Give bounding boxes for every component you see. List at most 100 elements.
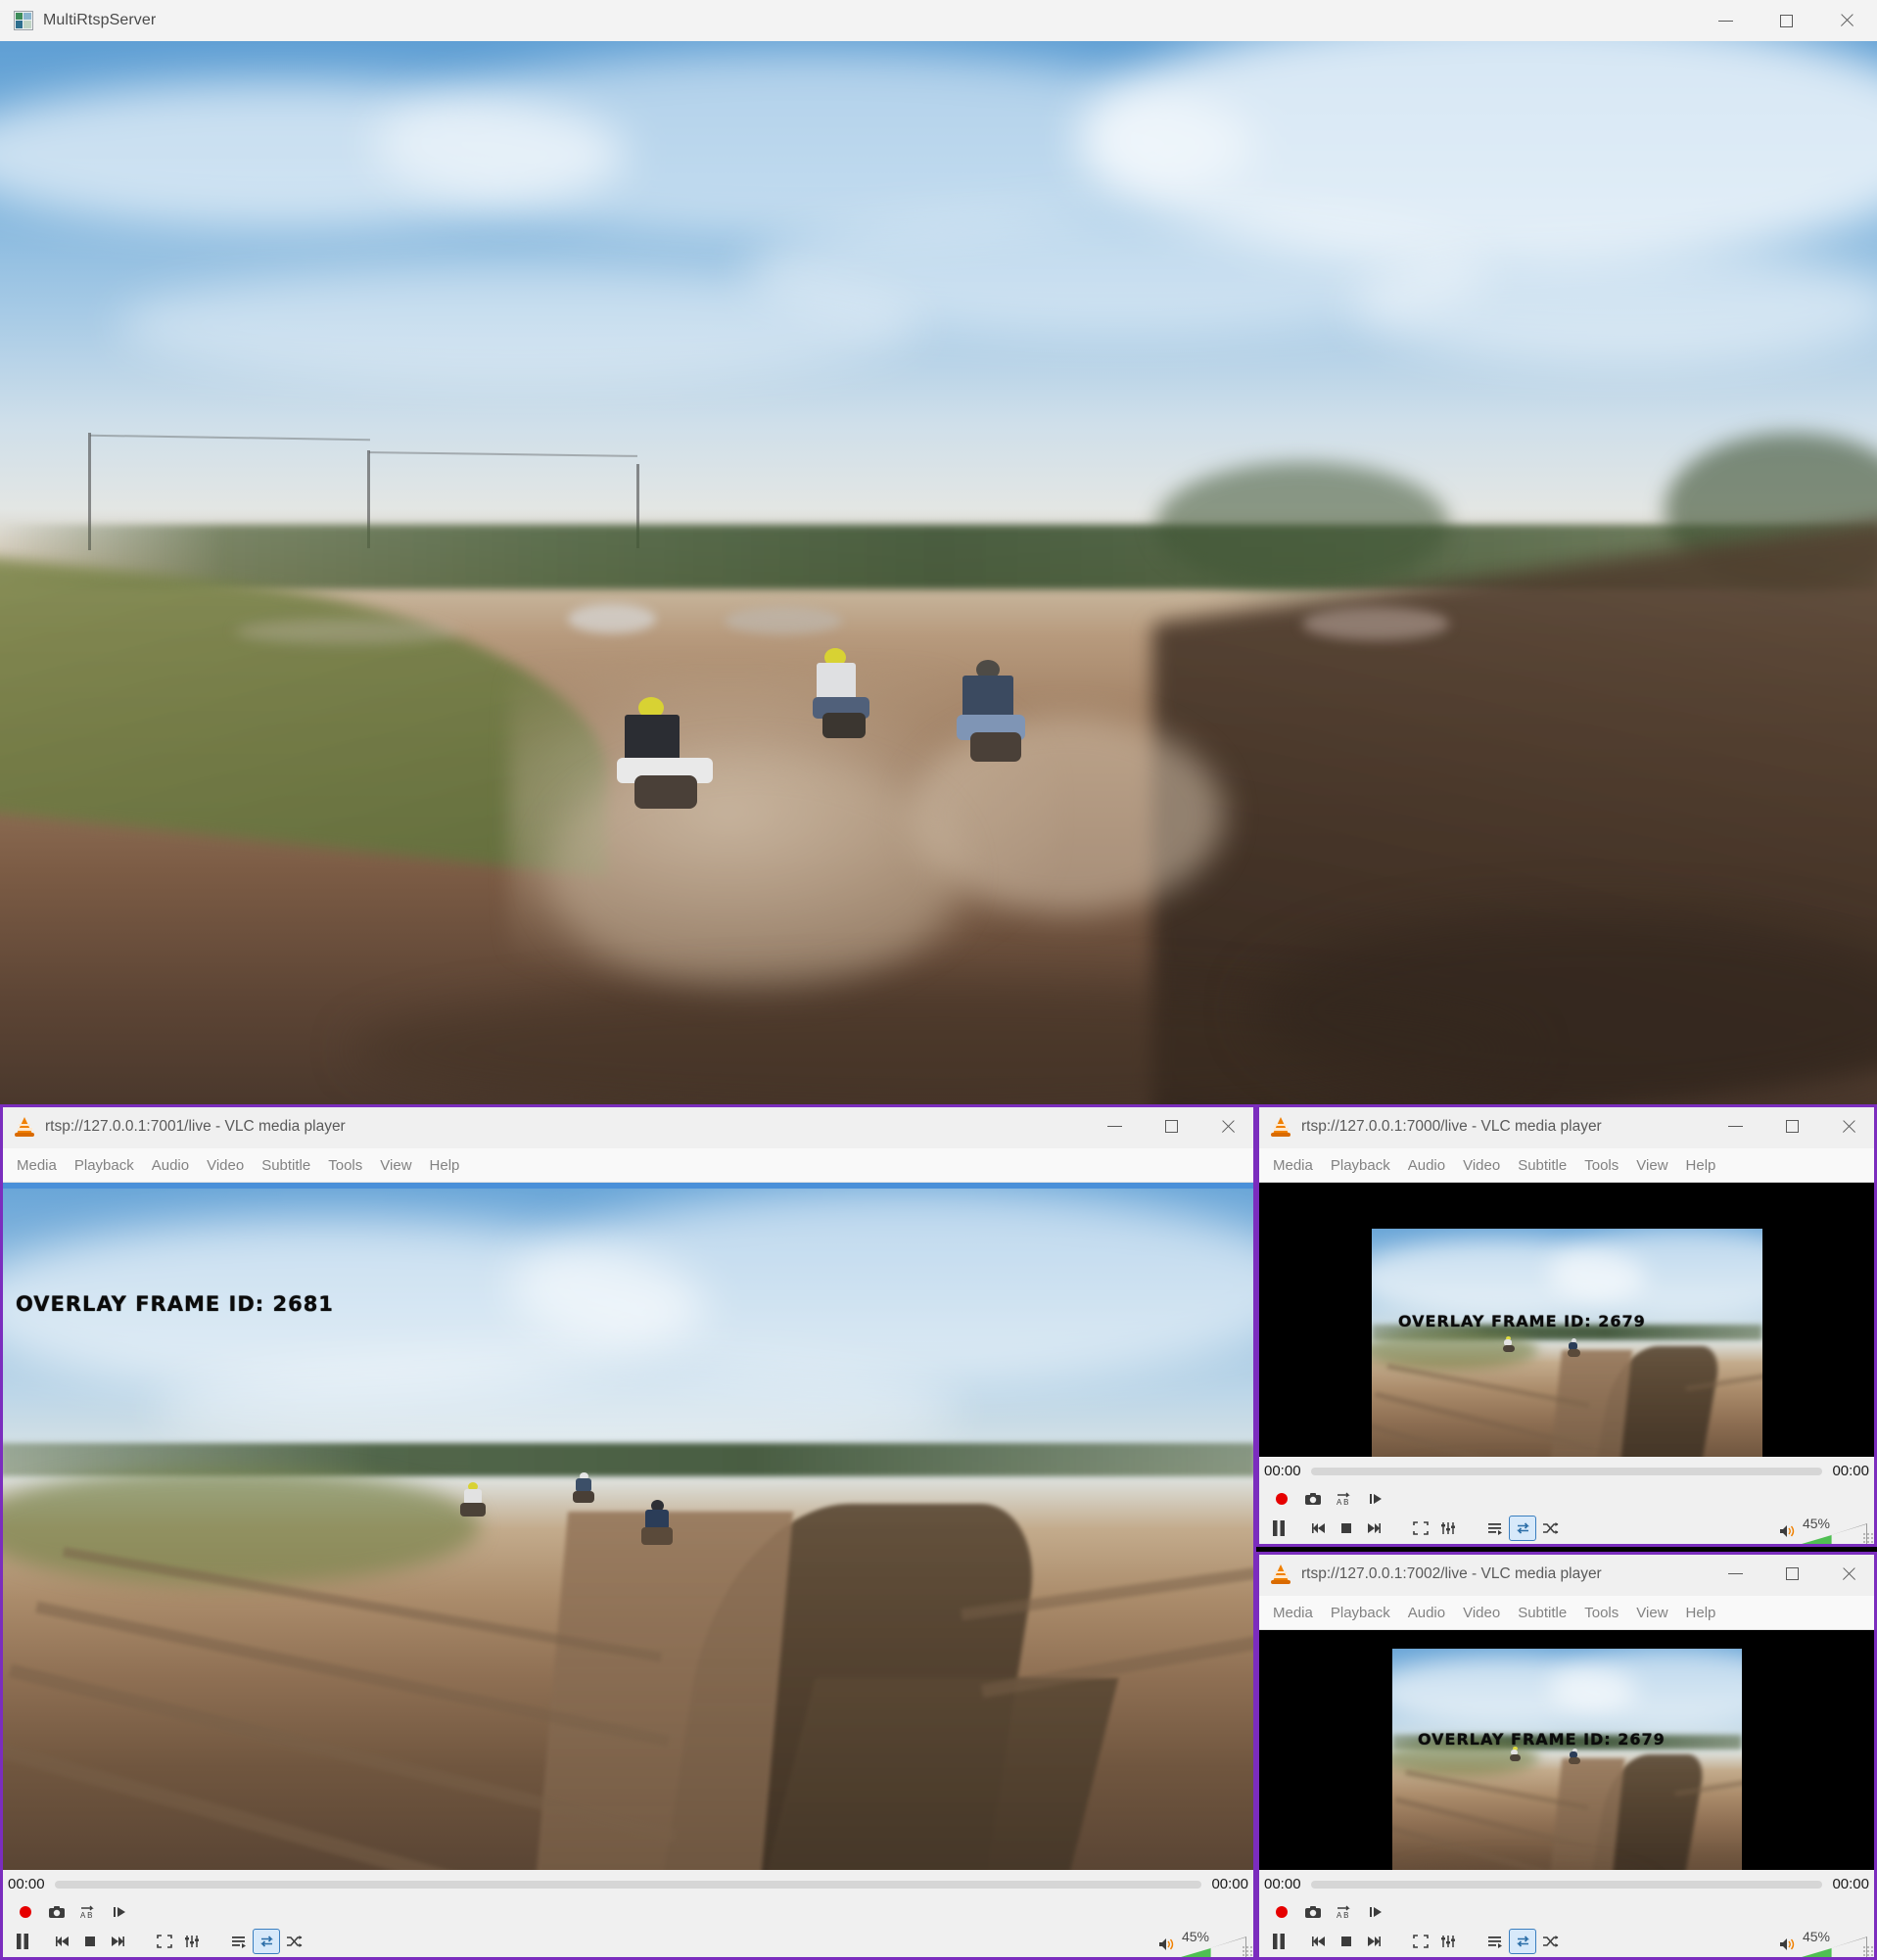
vlc-7002-video-frame: [1392, 1649, 1742, 1870]
vlc-7002-minimize-button[interactable]: [1707, 1552, 1763, 1596]
vlc-7002-close-button[interactable]: [1820, 1552, 1877, 1596]
vlc-7001-menu-view[interactable]: View: [371, 1153, 420, 1178]
ab-loop-button[interactable]: A B: [1331, 1486, 1358, 1512]
volume-slider[interactable]: [1180, 1937, 1246, 1958]
vlc-7002-menu-help[interactable]: Help: [1677, 1601, 1725, 1625]
multirtspserver-window: MultiRtspServer: [0, 0, 1877, 1104]
extended-settings-button[interactable]: [1434, 1929, 1462, 1954]
fullscreen-button[interactable]: [1407, 1516, 1434, 1541]
frame-by-frame-button[interactable]: [106, 1899, 133, 1925]
playlist-button[interactable]: [1481, 1929, 1509, 1954]
vlc-7001-menu-subtitle[interactable]: Subtitle: [253, 1153, 319, 1178]
vlc-7000-menu-playback[interactable]: Playback: [1322, 1153, 1399, 1178]
vlc-7001-volume-control[interactable]: [1158, 1937, 1246, 1958]
random-button[interactable]: [1536, 1929, 1564, 1954]
vlc-window-7002[interactable]: rtsp://127.0.0.1:7002/live - VLC media p…: [1256, 1552, 1877, 1960]
vlc-7000-minimize-button[interactable]: [1707, 1104, 1763, 1148]
frame-by-frame-button[interactable]: [1362, 1486, 1389, 1512]
stop-button[interactable]: [1333, 1929, 1360, 1954]
snapshot-button[interactable]: [1299, 1486, 1327, 1512]
ab-loop-button[interactable]: A B: [1331, 1899, 1358, 1925]
snapshot-button[interactable]: [43, 1899, 70, 1925]
previous-button[interactable]: [1305, 1929, 1333, 1954]
app-minimize-button[interactable]: [1695, 0, 1756, 41]
record-button[interactable]: [1268, 1486, 1295, 1512]
volume-speaker-icon[interactable]: [1779, 1937, 1797, 1957]
play-pause-button[interactable]: [1262, 1926, 1295, 1957]
vlc-7000-resize-grip[interactable]: [1862, 1532, 1874, 1544]
vlc-7002-menu-tools[interactable]: Tools: [1575, 1601, 1627, 1625]
vlc-7000-volume-control[interactable]: [1779, 1523, 1867, 1545]
vlc-7000-seek-bar[interactable]: [1310, 1467, 1823, 1475]
vlc-7002-menu-view[interactable]: View: [1627, 1601, 1676, 1625]
frame-by-frame-button[interactable]: [1362, 1899, 1389, 1925]
vlc-7002-title: rtsp://127.0.0.1:7002/live - VLC media p…: [1301, 1564, 1602, 1582]
app-close-button[interactable]: [1816, 0, 1877, 41]
vlc-7000-menu-help[interactable]: Help: [1677, 1153, 1725, 1178]
play-pause-button[interactable]: [1262, 1513, 1295, 1544]
vlc-7000-controls: 00:00 00:00 A B 45%: [1256, 1457, 1877, 1547]
previous-button[interactable]: [1305, 1516, 1333, 1541]
vlc-7001-seek-bar[interactable]: [54, 1880, 1202, 1889]
record-button[interactable]: [1268, 1899, 1295, 1925]
playlist-button[interactable]: [1481, 1516, 1509, 1541]
vlc-7002-resize-grip[interactable]: [1862, 1945, 1874, 1957]
vlc-7001-menu-audio[interactable]: Audio: [143, 1153, 198, 1178]
stop-button[interactable]: [1333, 1516, 1360, 1541]
vlc-7002-seek-bar[interactable]: [1310, 1880, 1823, 1889]
vlc-7001-menu-playback[interactable]: Playback: [66, 1153, 143, 1178]
vlc-7002-menu-media[interactable]: Media: [1264, 1601, 1322, 1625]
fullscreen-button[interactable]: [151, 1929, 178, 1954]
vlc-7001-menu-tools[interactable]: Tools: [319, 1153, 371, 1178]
loop-button[interactable]: [1509, 1929, 1536, 1954]
vlc-7001-video-area[interactable]: OVERLAY FRAME ID: 2681: [0, 1189, 1256, 1870]
volume-slider[interactable]: [1801, 1937, 1867, 1958]
vlc-7000-menu-tools[interactable]: Tools: [1575, 1153, 1627, 1178]
vlc-7001-resize-grip[interactable]: [1242, 1945, 1253, 1957]
vlc-7002-menu-audio[interactable]: Audio: [1399, 1601, 1454, 1625]
extended-settings-button[interactable]: [178, 1929, 206, 1954]
vlc-7000-maximize-button[interactable]: [1763, 1104, 1820, 1148]
vlc-7000-menu-subtitle[interactable]: Subtitle: [1509, 1153, 1575, 1178]
fullscreen-button[interactable]: [1407, 1929, 1434, 1954]
vlc-7002-menu-subtitle[interactable]: Subtitle: [1509, 1601, 1575, 1625]
vlc-7002-volume-control[interactable]: [1779, 1937, 1867, 1958]
vlc-window-7001[interactable]: rtsp://127.0.0.1:7001/live - VLC media p…: [0, 1104, 1256, 1960]
loop-button[interactable]: [253, 1929, 280, 1954]
play-pause-button[interactable]: [6, 1926, 39, 1957]
vlc-7001-menu-help[interactable]: Help: [421, 1153, 469, 1178]
extended-settings-button[interactable]: [1434, 1516, 1462, 1541]
next-button[interactable]: [1360, 1929, 1387, 1954]
vlc-7001-minimize-button[interactable]: [1086, 1104, 1143, 1148]
vlc-7000-menu-audio[interactable]: Audio: [1399, 1153, 1454, 1178]
random-button[interactable]: [280, 1929, 307, 1954]
stop-button[interactable]: [76, 1929, 104, 1954]
loop-button[interactable]: [1509, 1516, 1536, 1541]
random-button[interactable]: [1536, 1516, 1564, 1541]
vlc-7001-maximize-button[interactable]: [1143, 1104, 1199, 1148]
vlc-window-7000[interactable]: rtsp://127.0.0.1:7000/live - VLC media p…: [1256, 1104, 1877, 1547]
previous-button[interactable]: [49, 1929, 76, 1954]
vlc-7002-menu-video[interactable]: Video: [1454, 1601, 1509, 1625]
vlc-7001-menu-media[interactable]: Media: [8, 1153, 66, 1178]
app-maximize-button[interactable]: [1756, 0, 1816, 41]
vlc-7002-video-area[interactable]: OVERLAY FRAME ID: 2679: [1256, 1630, 1877, 1870]
vlc-7001-menu-video[interactable]: Video: [198, 1153, 253, 1178]
vlc-7000-menu-media[interactable]: Media: [1264, 1153, 1322, 1178]
volume-slider[interactable]: [1801, 1523, 1867, 1545]
next-button[interactable]: [104, 1929, 131, 1954]
vlc-7001-close-button[interactable]: [1199, 1104, 1256, 1148]
next-button[interactable]: [1360, 1516, 1387, 1541]
vlc-7000-close-button[interactable]: [1820, 1104, 1877, 1148]
snapshot-button[interactable]: [1299, 1899, 1327, 1925]
vlc-7000-menu-view[interactable]: View: [1627, 1153, 1676, 1178]
volume-speaker-icon[interactable]: [1158, 1937, 1176, 1957]
vlc-7002-maximize-button[interactable]: [1763, 1552, 1820, 1596]
vlc-7000-video-area[interactable]: OVERLAY FRAME ID: 2679: [1256, 1183, 1877, 1457]
record-button[interactable]: [12, 1899, 39, 1925]
playlist-button[interactable]: [225, 1929, 253, 1954]
vlc-7000-menu-video[interactable]: Video: [1454, 1153, 1509, 1178]
ab-loop-button[interactable]: A B: [74, 1899, 102, 1925]
vlc-7002-menu-playback[interactable]: Playback: [1322, 1601, 1399, 1625]
volume-speaker-icon[interactable]: [1779, 1523, 1797, 1544]
